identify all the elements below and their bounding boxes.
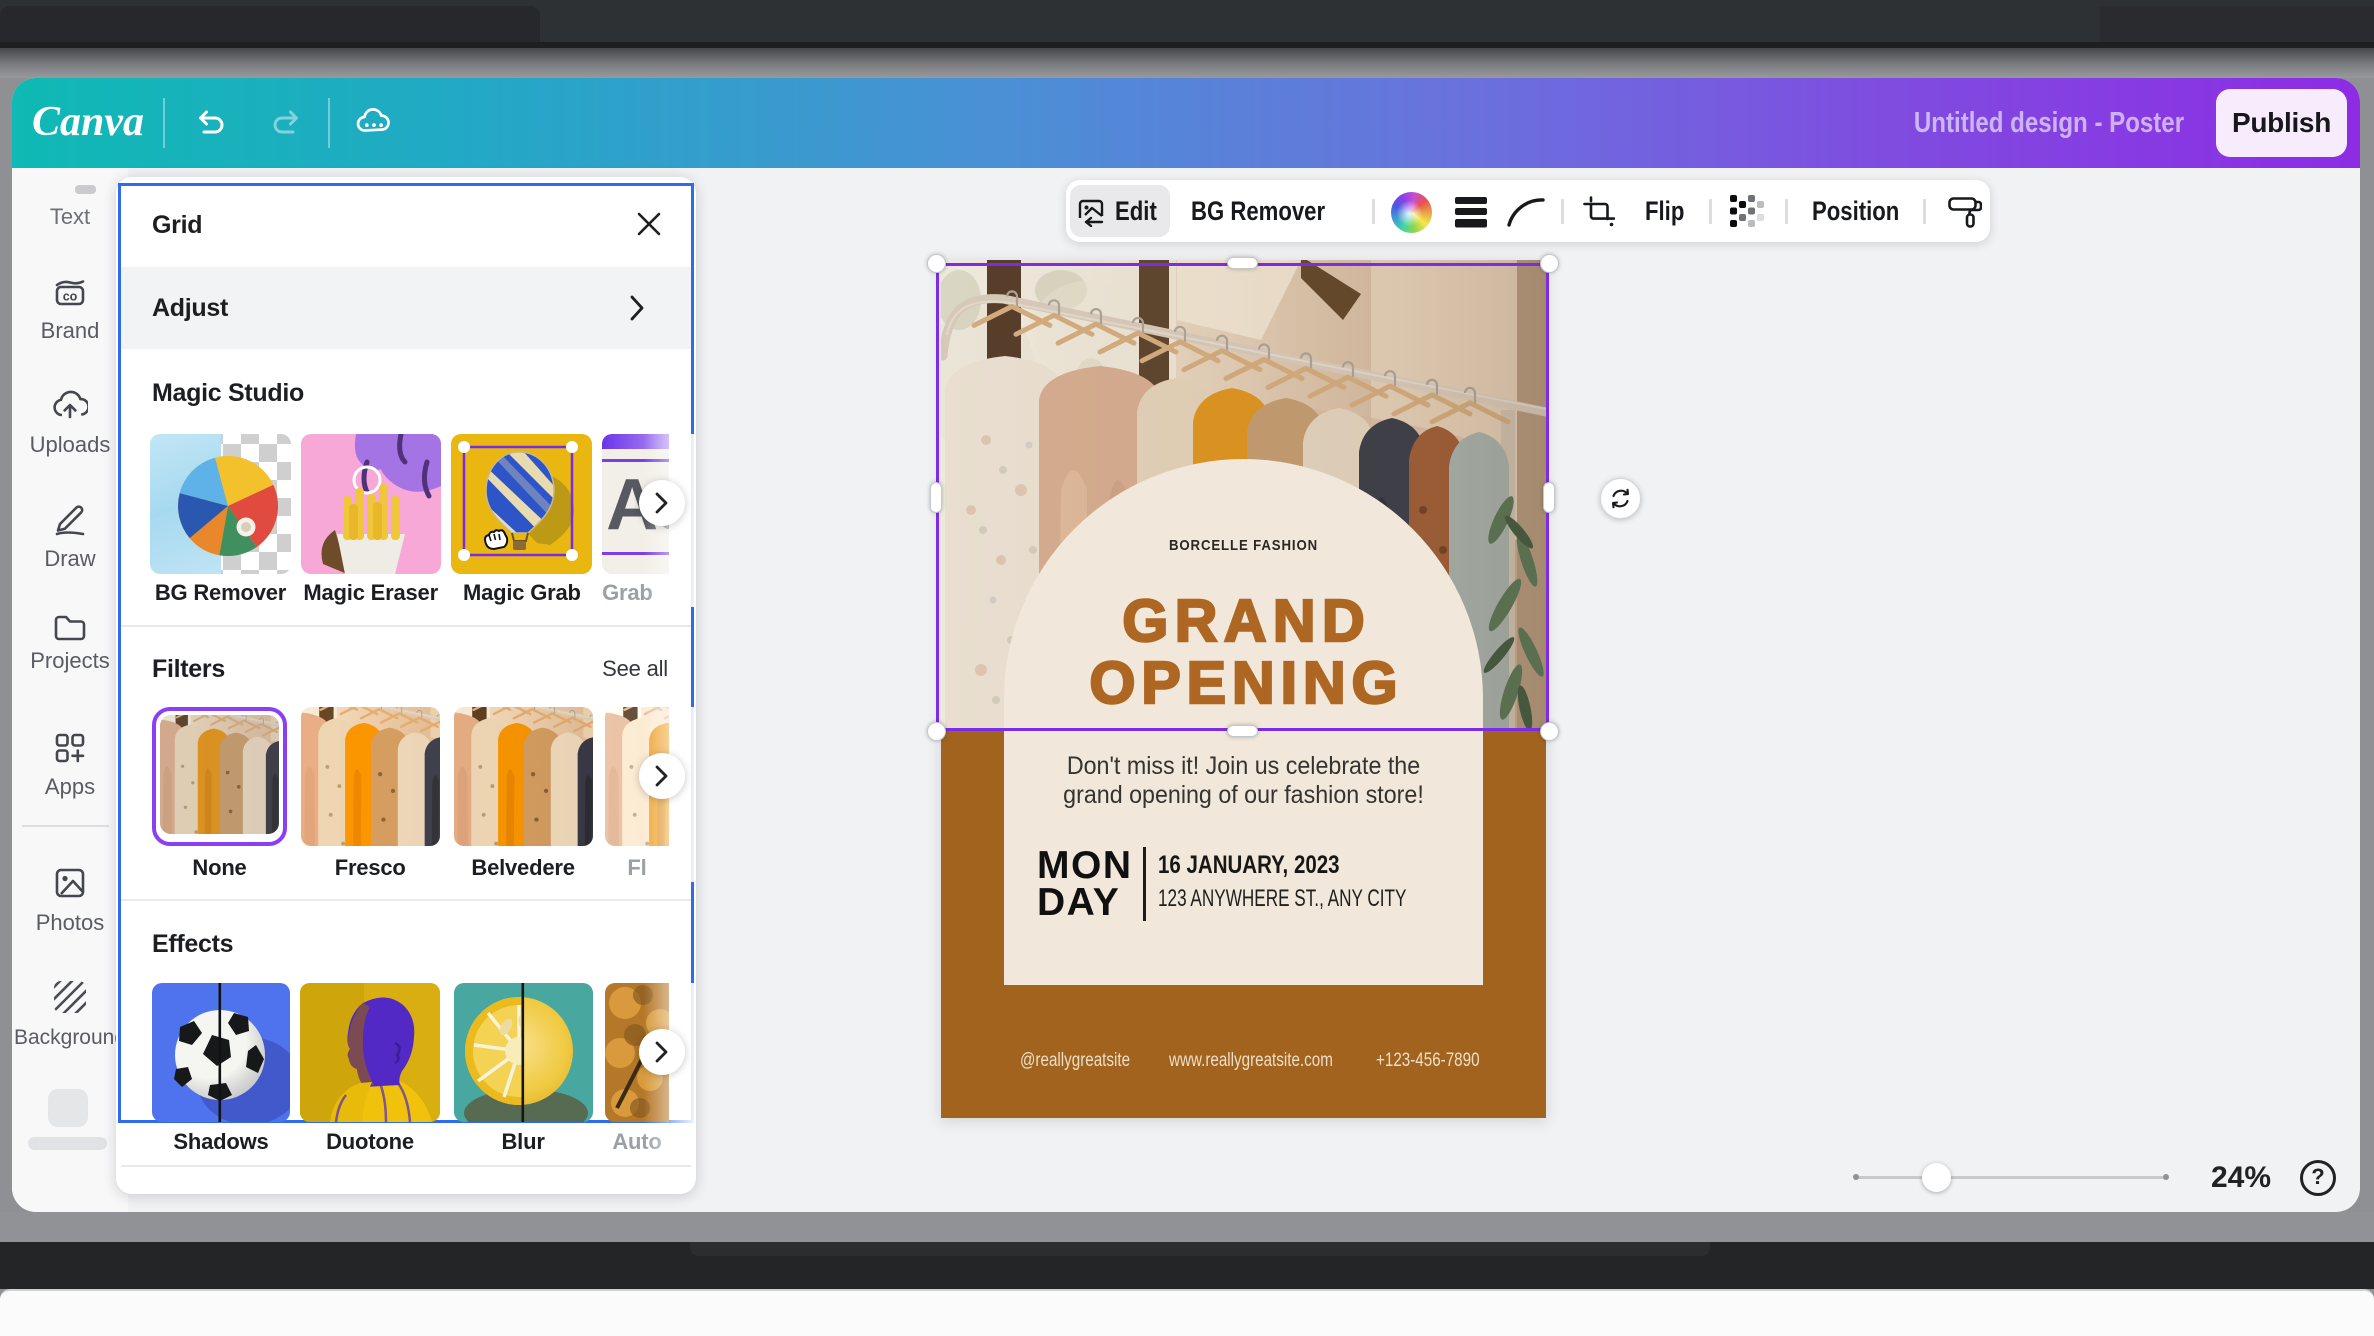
svg-text:co: co — [63, 290, 78, 304]
